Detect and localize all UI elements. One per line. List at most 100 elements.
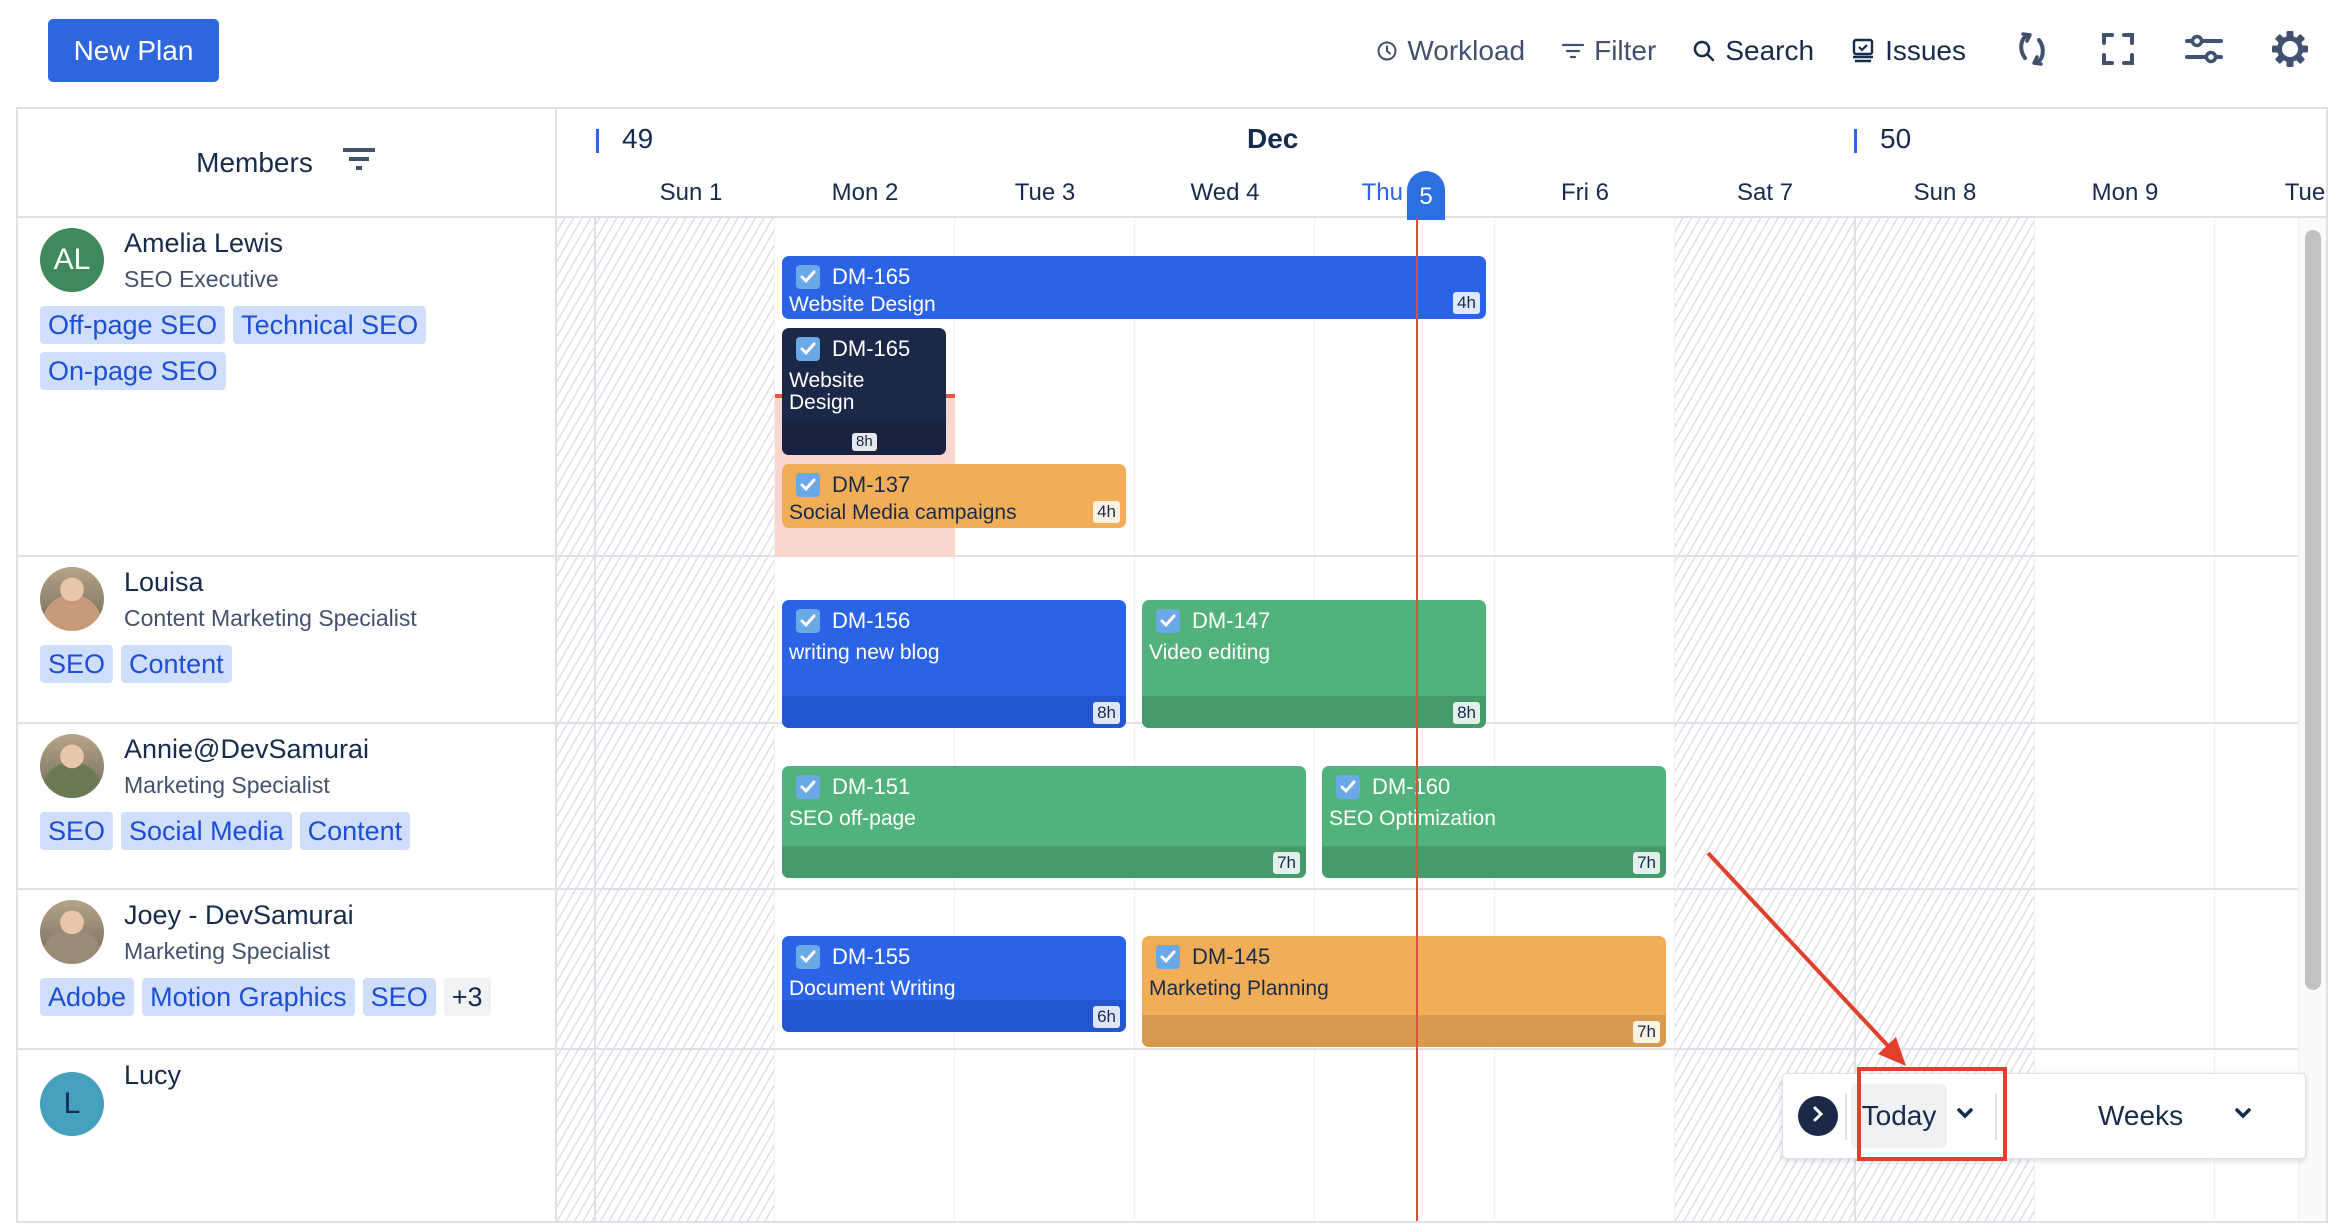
task-checkbox-icon	[796, 945, 820, 969]
member-role: SEO Executive	[124, 266, 279, 292]
week-49-label: 49	[596, 123, 653, 155]
task-summary: Video editing	[1149, 641, 1271, 664]
task-key-text: DM-156	[832, 608, 911, 633]
task-key: DM-147	[1156, 608, 1270, 634]
filter-button[interactable]: Filter	[1561, 35, 1656, 67]
task-checkbox-icon	[1156, 945, 1180, 969]
new-plan-button[interactable]: New Plan	[48, 19, 219, 82]
today-button[interactable]: Today	[1851, 1084, 1947, 1148]
member-row[interactable]: AL Amelia Lewis SEO Executive Off-page SEO T…	[18, 218, 557, 557]
task-hours: 4h	[1093, 501, 1120, 523]
task-hours: 8h	[1093, 702, 1120, 724]
gear-button[interactable]	[2270, 30, 2310, 73]
task-key: DM-137	[796, 472, 910, 498]
skill-tag: Off-page SEO	[40, 306, 226, 344]
member-name: Annie@DevSamurai	[124, 734, 370, 764]
task-summary: Website Design	[789, 369, 865, 414]
avatar: L	[40, 1072, 104, 1136]
task-bar[interactable]: DM-165 Website Design 8h	[782, 328, 946, 455]
skill-tag: Social Media	[121, 812, 292, 850]
task-key-text: DM-151	[832, 774, 911, 799]
day-header-2: Tue 3	[1014, 179, 1076, 206]
task-hours: 4h	[1453, 292, 1480, 314]
day-header-4: Thu	[1361, 179, 1403, 206]
task-summary: Document Writing	[789, 977, 956, 1000]
task-bar-footer	[782, 696, 1126, 728]
settings-sliders-button[interactable]	[2184, 31, 2224, 71]
task-key-text: DM-155	[832, 944, 911, 969]
row-divider	[557, 1048, 2326, 1050]
fullscreen-button[interactable]	[2098, 31, 2138, 71]
skill-tag: Motion Graphics	[142, 978, 355, 1016]
issues-label: Issues	[1885, 35, 1966, 66]
today-dropdown-chevron-icon[interactable]	[1955, 1106, 1975, 1127]
task-key: DM-160	[1336, 774, 1450, 800]
timeline-grid[interactable]: DM-165 Website Design 4h DM-165 Website Desi…	[557, 218, 2326, 1221]
issues-icon	[1850, 38, 1876, 64]
more-tags-badge[interactable]: +3	[443, 978, 491, 1016]
task-bar[interactable]: DM-155 Document Writing 6h	[782, 936, 1126, 1032]
member-row[interactable]: Joey - DevSamurai Marketing Specialist Ado…	[18, 890, 557, 1050]
avatar	[40, 900, 104, 964]
task-key-text: DM-160	[1372, 774, 1451, 799]
task-key: DM-165	[796, 264, 910, 290]
skill-tag: Content	[121, 645, 232, 683]
task-bar[interactable]: DM-147 Video editing 8h	[1142, 600, 1486, 728]
member-row[interactable]: Annie@DevSamurai Marketing Specialist SEO S…	[18, 724, 557, 890]
workload-button[interactable]: Workload	[1376, 35, 1525, 67]
task-checkbox-icon	[796, 775, 820, 799]
filter-icon	[1561, 41, 1585, 61]
week-boundary-line	[1854, 218, 1856, 1221]
scroll-thumb[interactable]	[2305, 230, 2321, 990]
avatar: AL	[40, 228, 104, 292]
task-bar[interactable]: DM-151 SEO off-page 7h	[782, 766, 1306, 878]
task-bar[interactable]: DM-165 Website Design 4h	[782, 256, 1486, 319]
skill-tag: Content	[299, 812, 411, 850]
task-hours: 6h	[1093, 1006, 1120, 1028]
task-bar-footer	[782, 1000, 1126, 1032]
task-bar[interactable]: DM-160 SEO Optimization 7h	[1322, 766, 1666, 878]
filter-label: Filter	[1594, 35, 1657, 66]
skill-tags: Adobe Motion Graphics SEO +3	[40, 978, 520, 1016]
task-bar[interactable]: DM-156 writing new blog 8h	[782, 600, 1126, 728]
month-label: Dec	[1247, 123, 1299, 154]
task-key-text: DM-145	[1192, 944, 1271, 969]
task-checkbox-icon	[1336, 775, 1360, 799]
gear-icon	[2271, 30, 2309, 73]
sort-filter-icon[interactable]	[341, 147, 377, 178]
expand-button[interactable]	[1798, 1096, 1838, 1136]
member-name: Louisa	[124, 567, 204, 597]
task-bar-footer	[1322, 846, 1666, 878]
task-summary: Marketing Planning	[1149, 977, 1329, 1000]
day-header-8: Mon 9	[2091, 179, 2159, 206]
day-header-7: Sun 8	[1913, 179, 1977, 206]
search-button[interactable]: Search	[1692, 35, 1814, 67]
avatar	[40, 567, 104, 631]
skill-tag: Technical SEO	[233, 306, 427, 344]
task-checkbox-icon	[1156, 609, 1180, 633]
skill-tags: SEO Content	[40, 645, 520, 683]
member-role: Content Marketing Specialist	[124, 605, 417, 631]
vertical-scrollbar[interactable]	[2298, 218, 2326, 1221]
member-row[interactable]: Louisa Content Marketing Specialist SEO Con…	[18, 557, 557, 724]
member-row[interactable]: L Lucy	[18, 1050, 557, 1221]
task-summary: SEO Optimization	[1329, 807, 1496, 830]
task-key-text: DM-165	[832, 264, 911, 289]
task-summary: Website Design	[789, 293, 936, 316]
task-bar[interactable]: DM-145 Marketing Planning 7h	[1142, 936, 1666, 1047]
issues-button[interactable]: Issues	[1850, 35, 1966, 67]
task-checkbox-icon	[796, 337, 820, 361]
sync-button[interactable]	[2012, 31, 2052, 71]
view-mode-label: Weeks	[2098, 1100, 2184, 1131]
day-header-6: Sat 7	[1736, 179, 1794, 206]
task-checkbox-icon	[796, 609, 820, 633]
member-role: Marketing Specialist	[124, 772, 330, 798]
member-role: Marketing Specialist	[124, 938, 330, 964]
task-bar[interactable]: DM-137 Social Media campaigns 4h	[782, 464, 1126, 528]
task-checkbox-icon	[796, 265, 820, 289]
view-mode-chevron-icon[interactable]	[2233, 1106, 2253, 1127]
task-key: DM-165	[796, 336, 910, 362]
task-bar-footer	[1142, 696, 1486, 728]
day-header-3: Wed 4	[1190, 179, 1260, 206]
task-hours: 7h	[1633, 1021, 1660, 1043]
